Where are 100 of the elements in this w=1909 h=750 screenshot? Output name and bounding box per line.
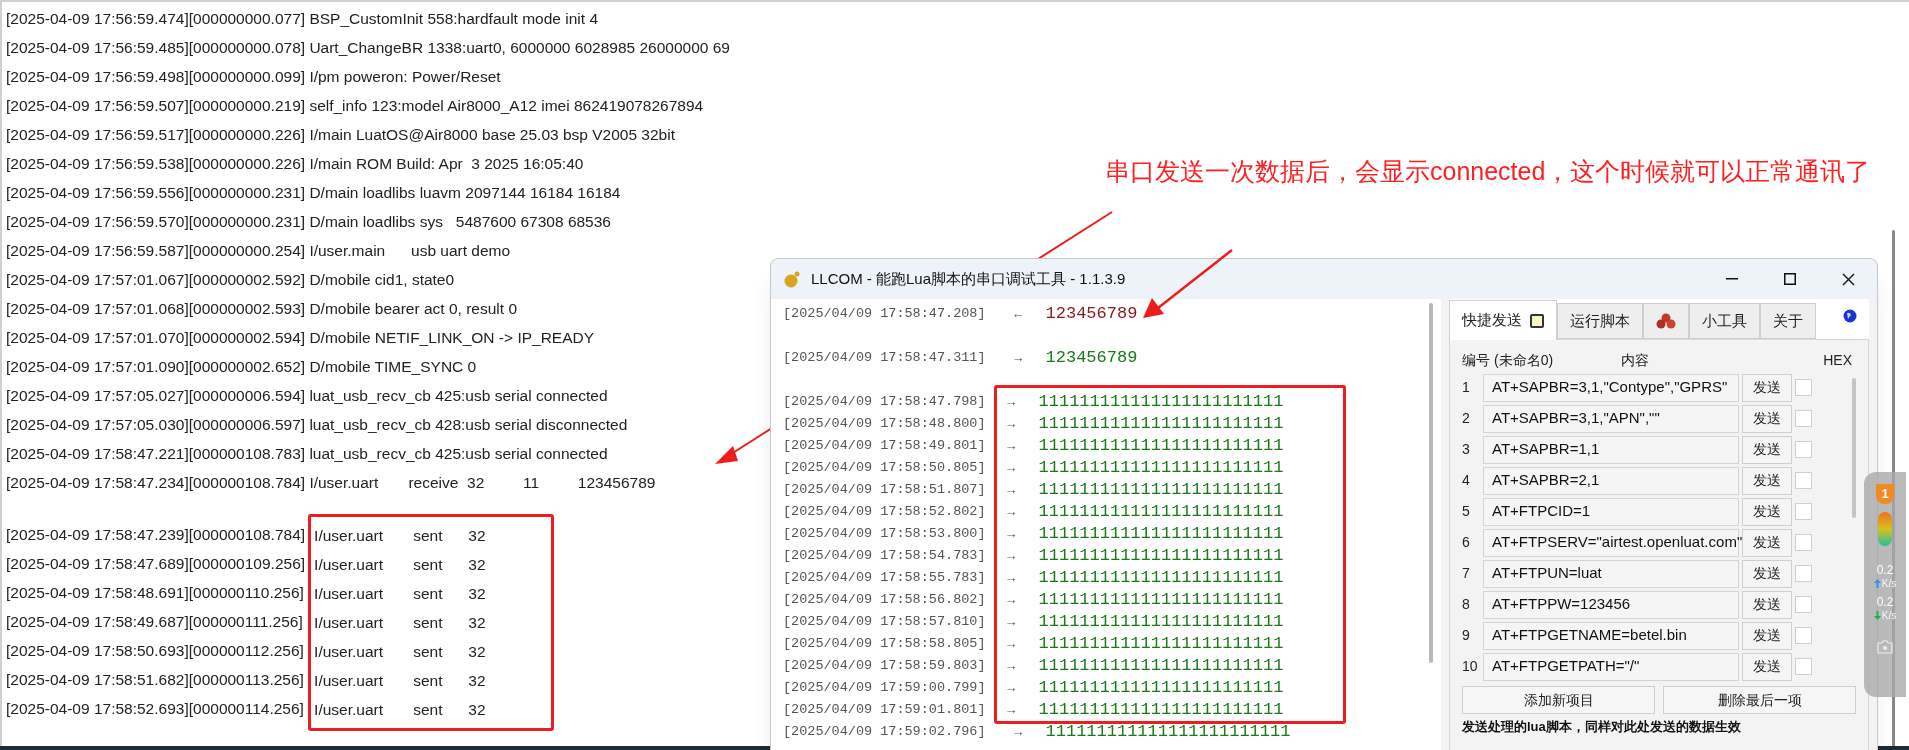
log-line: [2025-04-09 17:56:59.485][000000000.078] Uart_ChangeBR 1338:uart0, 6000000 6028985 26000000 69 bbox=[6, 38, 730, 58]
timestamp: [2025/04/09 17:58:47.208] bbox=[783, 305, 986, 323]
direction-arrow: ← bbox=[1011, 305, 1026, 323]
globe-icon[interactable] bbox=[1843, 309, 1857, 323]
message-text: 111111111111111111111111 bbox=[1038, 435, 1284, 457]
row-number: 8 bbox=[1462, 595, 1471, 614]
command-field[interactable]: AT+SAPBR=1,1 bbox=[1483, 435, 1739, 464]
direction-arrow: → bbox=[1004, 503, 1019, 521]
message-text: 123456789 bbox=[1045, 347, 1138, 369]
hex-checkbox[interactable] bbox=[1795, 472, 1812, 489]
log-message: I/user.uart sent 32 bbox=[314, 671, 486, 691]
log-line: [2025-04-09 17:57:05.027][000000006.594] luat_usb_recv_cb 425:usb serial connected bbox=[6, 386, 608, 406]
add-item-button[interactable]: 添加新项目 bbox=[1462, 686, 1655, 714]
log-message: I/user.uart sent 32 bbox=[314, 526, 486, 546]
tab[interactable] bbox=[1643, 303, 1689, 339]
send-button[interactable]: 发送 bbox=[1742, 652, 1792, 681]
sheet-name: (未命名0) bbox=[1494, 350, 1554, 370]
timestamp: [2025/04/09 17:58:55.783] bbox=[783, 569, 986, 587]
row-number: 5 bbox=[1462, 502, 1471, 521]
message-text: 111111111111111111111111 bbox=[1038, 655, 1284, 677]
direction-arrow: → bbox=[1004, 679, 1019, 697]
download-arrow-icon bbox=[1873, 611, 1881, 620]
window-title: LLCOM - 能跑Lua脚本的串口调试工具 - 1.1.3.9 bbox=[811, 268, 1126, 289]
camera-icon[interactable] bbox=[1877, 640, 1893, 654]
send-button[interactable]: 发送 bbox=[1742, 590, 1792, 619]
log-line: [2025-04-09 17:57:01.067][000000002.592] D/mobile cid1, state0 bbox=[6, 270, 455, 290]
message-text: 111111111111111111111111 bbox=[1038, 545, 1284, 567]
timestamp: [2025/04/09 17:58:59.803] bbox=[783, 657, 986, 675]
hex-checkbox[interactable] bbox=[1795, 596, 1812, 613]
timestamp: [2025/04/09 17:58:48.800] bbox=[783, 415, 986, 433]
timestamp: [2025/04/09 17:58:52.802] bbox=[783, 503, 986, 521]
tab[interactable]: 快捷发送 bbox=[1449, 300, 1557, 340]
command-field[interactable]: AT+SAPBR=3,1,"APN","" bbox=[1483, 404, 1739, 433]
column-header: 编号 bbox=[1462, 350, 1490, 370]
message-text: 123456789 bbox=[1045, 303, 1138, 325]
message-text: 111111111111111111111111 bbox=[1038, 567, 1284, 589]
speed-unit: K/s bbox=[1881, 577, 1897, 590]
log-message: I/user.uart sent 32 bbox=[314, 584, 486, 604]
send-button[interactable]: 发送 bbox=[1742, 435, 1792, 464]
command-field[interactable]: AT+FTPCID=1 bbox=[1483, 497, 1739, 526]
timestamp: [2025/04/09 17:58:49.801] bbox=[783, 437, 986, 455]
hex-checkbox[interactable] bbox=[1795, 410, 1812, 427]
log-line: [2025-04-09 17:56:59.517][000000000.226] I/main LuatOS@Air8000 base 25.03 bsp V2005 32bit bbox=[6, 125, 675, 145]
direction-arrow: → bbox=[1004, 481, 1019, 499]
speed-unit: K/s bbox=[1881, 609, 1897, 622]
timestamp: [2025/04/09 17:59:01.801] bbox=[783, 701, 986, 719]
send-button[interactable]: 发送 bbox=[1742, 466, 1792, 495]
direction-arrow: → bbox=[1004, 525, 1019, 543]
hex-checkbox[interactable] bbox=[1795, 503, 1812, 520]
log-line: [2025-04-09 17:56:59.474][000000000.077] BSP_CustomInit 558:hardfault mode init 4 bbox=[6, 9, 598, 29]
maximize-icon bbox=[1784, 273, 1796, 285]
command-field[interactable]: AT+FTPUN=luat bbox=[1483, 559, 1739, 588]
send-button[interactable]: 发送 bbox=[1742, 559, 1792, 588]
hex-checkbox[interactable] bbox=[1795, 379, 1812, 396]
timestamp: [2025/04/09 17:58:54.783] bbox=[783, 547, 986, 565]
command-field[interactable]: AT+FTPGETNAME=betel.bin bbox=[1483, 621, 1739, 650]
row-number: 7 bbox=[1462, 564, 1471, 583]
timestamp: [2025/04/09 17:59:02.796] bbox=[783, 723, 986, 741]
send-button[interactable]: 发送 bbox=[1742, 497, 1792, 526]
close-icon bbox=[1841, 272, 1855, 286]
log-line: [2025-04-09 17:56:59.556][000000000.231] D/main loadlibs luavm 2097144 16184 16184 bbox=[6, 183, 621, 203]
direction-arrow: → bbox=[1004, 657, 1019, 675]
tab[interactable]: 关于 bbox=[1760, 303, 1816, 339]
direction-arrow: → bbox=[1004, 701, 1019, 719]
log-timestamp: [2025-04-09 17:58:52.693][000000114.256] bbox=[6, 699, 304, 719]
message-text: 111111111111111111111111 bbox=[1038, 457, 1284, 479]
upload-speed: 0.2 bbox=[1876, 564, 1894, 577]
hex-checkbox[interactable] bbox=[1795, 534, 1812, 551]
log-timestamp: [2025-04-09 17:58:50.693][000000112.256] bbox=[6, 641, 304, 661]
row-number: 9 bbox=[1462, 626, 1471, 645]
send-button[interactable]: 发送 bbox=[1742, 528, 1792, 557]
command-field[interactable]: AT+FTPPW=123456 bbox=[1483, 590, 1739, 619]
send-button[interactable]: 发送 bbox=[1742, 373, 1792, 402]
hex-checkbox[interactable] bbox=[1795, 627, 1812, 644]
hex-checkbox[interactable] bbox=[1795, 565, 1812, 582]
message-text: 111111111111111111111111 bbox=[1038, 391, 1284, 413]
tab[interactable]: 运行脚本 bbox=[1557, 303, 1643, 339]
timestamp: [2025/04/09 17:59:00.799] bbox=[783, 679, 986, 697]
command-field[interactable]: AT+FTPGETPATH="/" bbox=[1483, 652, 1739, 681]
hex-checkbox[interactable] bbox=[1795, 658, 1812, 675]
send-button[interactable]: 发送 bbox=[1742, 404, 1792, 433]
log-line: [2025-04-09 17:56:59.498][000000000.099] I/pm poweron: Power/Reset bbox=[6, 67, 501, 87]
message-text: 111111111111111111111111 bbox=[1038, 589, 1284, 611]
message-text: 111111111111111111111111 bbox=[1038, 501, 1284, 523]
log-line: [2025-04-09 17:57:01.090][000000002.652] D/mobile TIME_SYNC 0 bbox=[6, 357, 477, 377]
timestamp: [2025/04/09 17:58:53.800] bbox=[783, 525, 986, 543]
send-button[interactable]: 发送 bbox=[1742, 621, 1792, 650]
hex-checkbox[interactable] bbox=[1795, 441, 1812, 458]
log-line: [2025-04-09 17:56:59.507][000000000.219] self_info 123:model Air8000_A12 imei 862419078267894 bbox=[6, 96, 704, 116]
command-field[interactable]: AT+SAPBR=2,1 bbox=[1483, 466, 1739, 495]
message-text: 111111111111111111111111 bbox=[1038, 523, 1284, 545]
download-speed: 0.2 bbox=[1876, 596, 1894, 609]
log-line: [2025-04-09 17:57:05.030][000000006.597] luat_usb_recv_cb 428:usb serial disconnected bbox=[6, 415, 628, 435]
shield-badge: 1 bbox=[1876, 484, 1894, 504]
row-number: 10 bbox=[1462, 657, 1479, 676]
direction-arrow: → bbox=[1011, 723, 1026, 741]
message-text: 111111111111111111111111 bbox=[1045, 721, 1291, 743]
delete-last-button[interactable]: 删除最后一项 bbox=[1663, 686, 1856, 714]
tab[interactable]: 小工具 bbox=[1689, 303, 1760, 339]
command-field[interactable]: AT+SAPBR=3,1,"Contype","GPRS" bbox=[1483, 373, 1739, 402]
